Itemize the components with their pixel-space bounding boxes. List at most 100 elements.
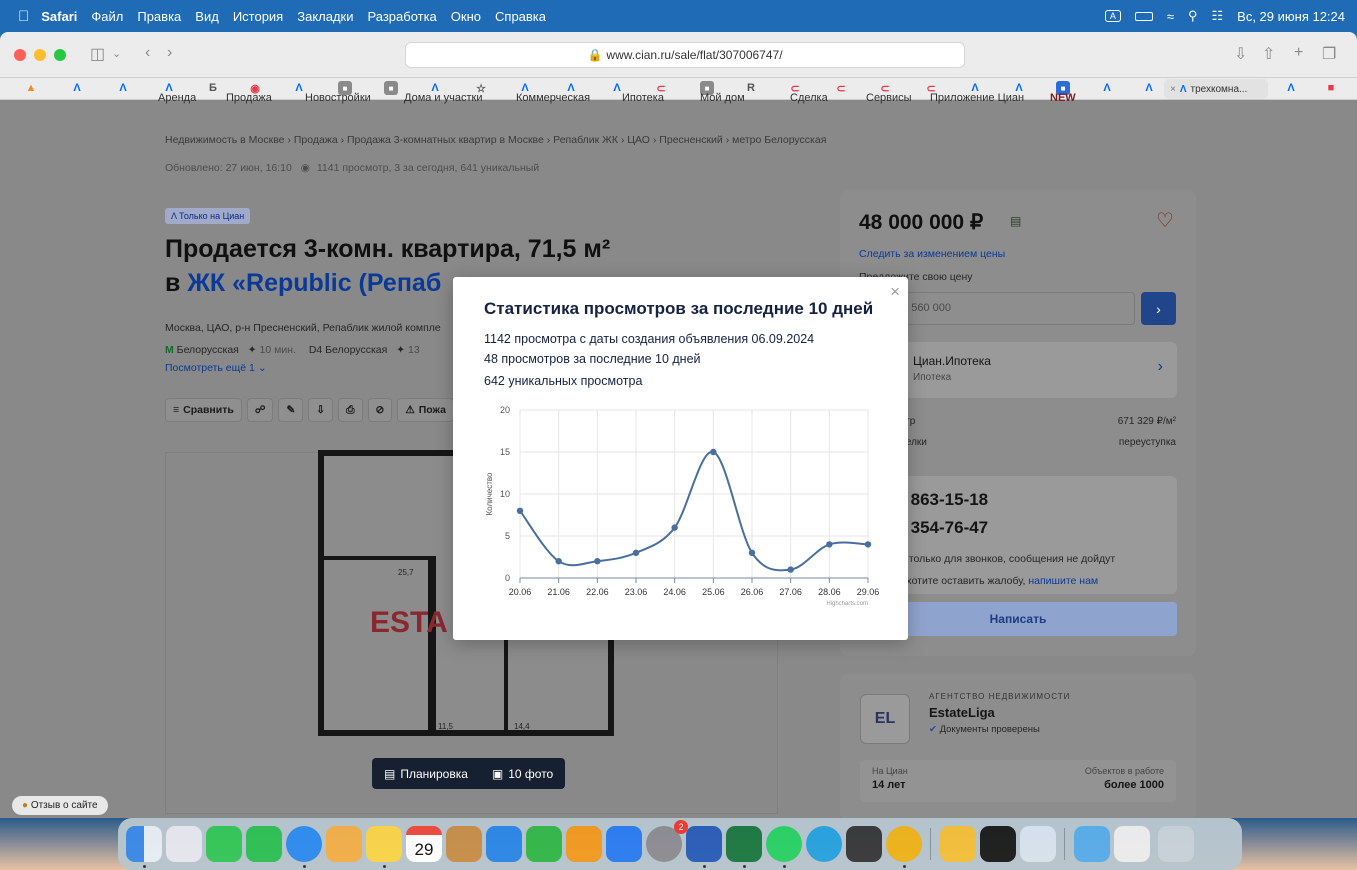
breadcrumb[interactable]: Недвижимость в Москве › Продажа › Продаж…: [165, 134, 826, 146]
address-bar[interactable]: 🔒 www.cian.ru/sale/flat/307006747/: [405, 42, 965, 68]
activity-monitor-icon[interactable]: [980, 826, 1016, 862]
nav-item-sale[interactable]: Продажа: [226, 92, 272, 104]
photos-icon[interactable]: [326, 826, 362, 862]
print-button[interactable]: ⎙: [338, 398, 363, 422]
cian-tab-icon[interactable]: Λ: [116, 81, 130, 95]
trash-icon[interactable]: [1158, 826, 1194, 862]
photos-button[interactable]: ▣ 10 фото: [480, 758, 565, 789]
favorite-heart-icon[interactable]: ♡: [1156, 208, 1174, 233]
control-center-icon[interactable]: ☷: [1212, 8, 1224, 24]
agency-logo[interactable]: EL: [860, 694, 910, 744]
cian-tab-icon[interactable]: Λ: [70, 81, 84, 95]
word-icon[interactable]: [686, 826, 722, 862]
iphone-mirroring-icon[interactable]: [846, 826, 882, 862]
menu-app[interactable]: Safari: [41, 9, 77, 24]
menu-item-develop[interactable]: Разработка: [368, 9, 437, 24]
calendar-icon[interactable]: 29: [406, 826, 442, 862]
chrome-icon[interactable]: [886, 826, 922, 862]
facetime-icon[interactable]: [246, 826, 282, 862]
spotlight-icon[interactable]: ⚲: [1188, 8, 1198, 24]
documents-icon[interactable]: [1114, 826, 1150, 862]
grey-tab-icon[interactable]: ■: [384, 81, 398, 95]
menu-item-edit[interactable]: Правка: [137, 9, 181, 24]
red-tab-icon[interactable]: ■: [1324, 81, 1338, 95]
cian-tab-icon[interactable]: Λ: [1284, 81, 1298, 95]
menu-item-bookmarks[interactable]: Закладки: [297, 9, 353, 24]
nav-item-services[interactable]: Сервисы: [866, 92, 912, 104]
feedback-button[interactable]: ● Отзыв о сайте: [12, 796, 108, 815]
new-tab-icon[interactable]: +: [1294, 44, 1303, 62]
address[interactable]: Москва, ЦАО, р-н Пресненский, Репаблик ж…: [165, 322, 441, 334]
hide-button[interactable]: ⊘: [367, 398, 393, 422]
metro-station-2[interactable]: D4 Белорусская: [309, 344, 388, 356]
whatsapp-icon[interactable]: [766, 826, 802, 862]
download-button[interactable]: ⇩: [308, 398, 334, 422]
pages-icon[interactable]: [566, 826, 602, 862]
favicon-tab-1[interactable]: ▲: [24, 81, 38, 95]
follow-price-link[interactable]: Следить за изменением цены: [859, 248, 1005, 260]
menu-item-window[interactable]: Окно: [451, 9, 481, 24]
excel-icon[interactable]: [726, 826, 762, 862]
menu-item-view[interactable]: Вид: [195, 9, 219, 24]
menu-item-file[interactable]: Файл: [91, 9, 123, 24]
metro-station-1[interactable]: Белорусская: [177, 344, 239, 356]
apple-icon[interactable]: : [18, 8, 29, 25]
nav-item-my-home[interactable]: Мой дом: [700, 92, 745, 104]
close-window-button[interactable]: [14, 49, 26, 61]
tips-icon[interactable]: [940, 826, 976, 862]
show-more-link[interactable]: Посмотреть ещё 1 ⌄: [165, 362, 267, 374]
menu-item-history[interactable]: История: [233, 9, 283, 24]
tab-overview-icon[interactable]: ❐: [1322, 44, 1336, 64]
bookmark-tab-icon[interactable]: Б: [206, 81, 220, 95]
telegram-icon[interactable]: [806, 826, 842, 862]
cian-tab-icon[interactable]: Λ: [1142, 81, 1156, 95]
wifi-icon[interactable]: ≈: [1167, 9, 1174, 24]
forward-icon[interactable]: ›: [167, 44, 172, 62]
sidebar-toggle-icon[interactable]: ◫: [90, 44, 105, 64]
finder-icon[interactable]: [126, 826, 162, 862]
nav-item-mortgage[interactable]: Ипотека: [622, 92, 664, 104]
close-icon[interactable]: ×: [890, 282, 900, 302]
complain-button[interactable]: ⚠ Пожа: [397, 398, 454, 422]
compare-button[interactable]: ≡ Сравнить: [165, 398, 242, 422]
zoom-window-button[interactable]: [54, 49, 66, 61]
keynote-icon[interactable]: [486, 826, 522, 862]
preview-icon[interactable]: [1020, 826, 1056, 862]
safari-icon[interactable]: [286, 826, 322, 862]
numbers-icon[interactable]: [526, 826, 562, 862]
nav-item-houses[interactable]: Дома и участки: [404, 92, 482, 104]
app-store-icon[interactable]: [606, 826, 642, 862]
keyboard-layout-icon[interactable]: A: [1104, 10, 1121, 22]
folder-icon[interactable]: [1074, 826, 1110, 862]
nav-item-commercial[interactable]: Коммерческая: [516, 92, 590, 104]
battery-icon[interactable]: [1134, 11, 1153, 21]
nav-item-deal[interactable]: Сделка: [790, 92, 828, 104]
launchpad-icon[interactable]: [166, 826, 202, 862]
plan-button[interactable]: ▤ Планировка: [372, 758, 480, 789]
back-icon[interactable]: ‹: [145, 44, 150, 62]
close-tab-icon[interactable]: ×: [1170, 84, 1176, 95]
download-icon[interactable]: ⇩: [1234, 44, 1247, 64]
submit-offer-button[interactable]: ›: [1141, 292, 1176, 325]
cian-tab-icon[interactable]: Λ: [292, 81, 306, 95]
r-tab-icon[interactable]: R: [744, 81, 758, 95]
red-tab-icon[interactable]: ⊂: [834, 81, 848, 95]
agency-name[interactable]: EstateLiga: [929, 705, 995, 720]
contacts-icon[interactable]: [446, 826, 482, 862]
chevron-down-icon[interactable]: ⌄: [112, 47, 121, 60]
notes-icon[interactable]: [366, 826, 402, 862]
write-us-link[interactable]: напишите нам: [1028, 575, 1098, 587]
share-icon[interactable]: ⇧: [1262, 44, 1275, 64]
clock[interactable]: Вс, 29 июня 12:24: [1237, 9, 1345, 24]
nav-item-new-buildings[interactable]: Новостройки: [305, 92, 371, 104]
complex-link[interactable]: ЖК «Republic (Репаб: [187, 269, 441, 297]
price-chart-icon[interactable]: ▤: [1010, 214, 1021, 228]
nav-item-rent[interactable]: Аренда: [158, 92, 196, 104]
share-button[interactable]: ☍: [246, 398, 274, 422]
edit-button[interactable]: ✎: [278, 398, 304, 422]
cian-tab-icon[interactable]: Λ: [1100, 81, 1114, 95]
menu-item-help[interactable]: Справка: [495, 9, 546, 24]
minimize-window-button[interactable]: [34, 49, 46, 61]
active-tab[interactable]: × Λ трехкомна...: [1164, 79, 1268, 99]
messages-icon[interactable]: [206, 826, 242, 862]
